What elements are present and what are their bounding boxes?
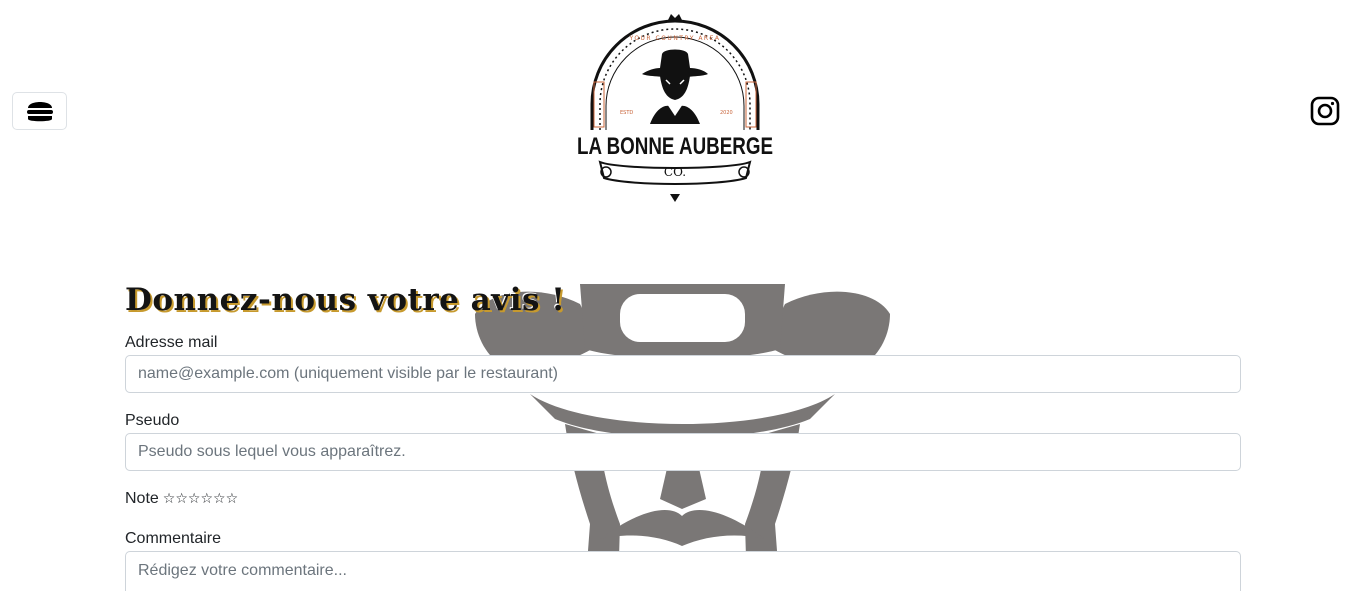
- menu-button[interactable]: [12, 92, 67, 130]
- page: YOUR COUNTRY AREA ESTD 2020 LA BONNE AUB…: [0, 0, 1362, 591]
- burger-icon: [26, 102, 53, 122]
- email-field[interactable]: [125, 355, 1241, 393]
- pseudo-field[interactable]: [125, 433, 1241, 471]
- logo-name: LA BONNE AUBERGE: [577, 133, 773, 160]
- instagram-link[interactable]: [1310, 96, 1340, 126]
- rating-stars: ☆ ☆ ☆ ☆ ☆ ☆: [163, 492, 238, 506]
- star-5-icon[interactable]: ☆: [213, 492, 226, 506]
- rating-label: Note: [125, 490, 159, 507]
- brand-logo[interactable]: YOUR COUNTRY AREA ESTD 2020 LA BONNE AUB…: [570, 12, 780, 204]
- page-title: Donnez-nous votre avis !: [125, 282, 566, 318]
- logo-year: 2020: [720, 110, 733, 116]
- rating-group: Note ☆ ☆ ☆ ☆ ☆ ☆: [125, 490, 238, 508]
- email-label: Adresse mail: [125, 334, 218, 351]
- star-3-icon[interactable]: ☆: [188, 492, 201, 506]
- comment-field[interactable]: [125, 551, 1241, 591]
- instagram-icon: [1310, 96, 1340, 126]
- star-6-icon[interactable]: ☆: [226, 492, 239, 506]
- logo-suffix: CO.: [664, 165, 686, 179]
- logo-estd: ESTD: [620, 110, 633, 116]
- star-1-icon[interactable]: ☆: [163, 492, 176, 506]
- star-4-icon[interactable]: ☆: [200, 492, 213, 506]
- comment-label: Commentaire: [125, 530, 222, 547]
- logo-arc-text: YOUR COUNTRY AREA: [628, 35, 720, 42]
- pseudo-label: Pseudo: [125, 412, 180, 429]
- star-2-icon[interactable]: ☆: [175, 492, 188, 506]
